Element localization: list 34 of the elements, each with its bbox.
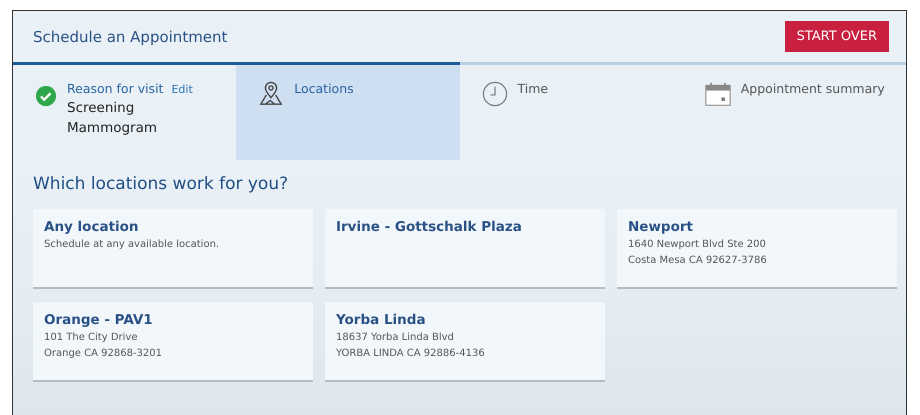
location-detail: 101 The City Drive <box>44 331 138 345</box>
calendar-icon <box>704 81 731 107</box>
location-card[interactable]: Yorba Linda 18637 Yorba Linda Blvd YORBA LINDA CA 92886-4136 <box>325 302 605 382</box>
clock-icon <box>482 81 508 107</box>
step-tab[interactable]: Time <box>460 62 683 160</box>
step-tab[interactable]: Appointment summary <box>682 62 906 160</box>
location-name: Orange - PAV1 <box>44 312 154 328</box>
location-name: Any location <box>44 219 140 235</box>
location-detail: YORBA LINDA CA 92886-4136 <box>336 347 486 361</box>
location-card[interactable]: Irvine - Gottschalk Plaza <box>325 209 605 289</box>
location-detail: Schedule at any available location. <box>44 238 220 252</box>
location-detail: 1640 Newport Blvd Ste 200 <box>628 238 767 252</box>
map-pin-icon <box>258 81 284 107</box>
location-name: Newport <box>628 219 694 235</box>
location-detail: Costa Mesa CA 92627-3786 <box>628 254 768 268</box>
section-heading: Which locations work for you? <box>33 174 290 194</box>
location-detail: 18637 Yorba Linda Blvd <box>336 331 455 345</box>
location-card[interactable]: Orange - PAV1 101 The City Drive Orange CA 92868-3201 <box>33 302 313 382</box>
check-icon <box>35 85 57 107</box>
step-value: Screening Mammogram <box>67 99 158 138</box>
location-card[interactable]: Any location Schedule at any available location. <box>33 209 313 289</box>
step-label: Appointment summary <box>740 81 885 96</box>
page-title: Schedule an Appointment <box>33 28 228 46</box>
location-card[interactable]: Newport 1640 Newport Blvd Ste 200 Costa Mesa CA 92627-3786 <box>617 209 897 289</box>
step-tab[interactable]: Reason for visit Edit Screening Mammogram <box>13 62 236 160</box>
location-detail: Orange CA 92868-3201 <box>44 347 163 361</box>
step-label: Time <box>518 81 548 96</box>
location-name: Yorba Linda <box>336 312 427 328</box>
location-name: Irvine - Gottschalk Plaza <box>336 219 523 235</box>
step-tab[interactable]: Locations <box>236 62 460 160</box>
edit-link[interactable]: Edit <box>171 83 193 96</box>
step-label: Reason for visit <box>67 81 164 96</box>
step-label: Locations <box>294 81 354 96</box>
start-over-button[interactable]: START OVER <box>784 21 889 52</box>
